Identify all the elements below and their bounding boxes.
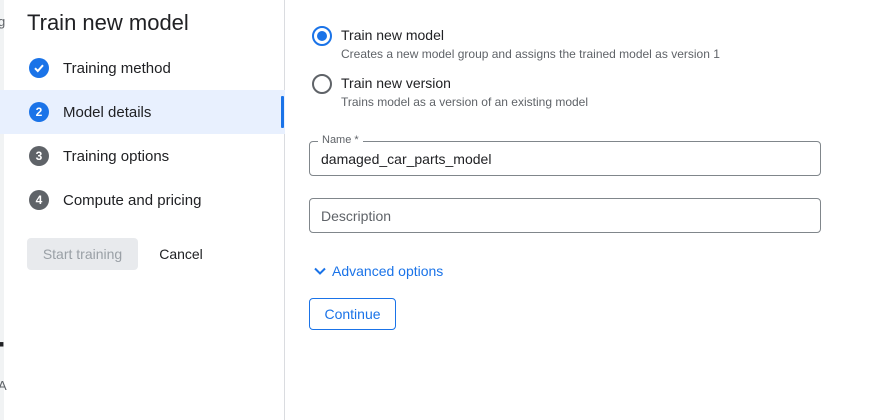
- option-label: Train new version: [341, 75, 451, 91]
- step-training-method[interactable]: Training method: [0, 46, 285, 90]
- radio-button-checked[interactable]: [312, 26, 332, 46]
- step-label: Training options: [63, 147, 170, 165]
- name-input[interactable]: [321, 150, 801, 168]
- name-field: Name *: [309, 134, 821, 176]
- cancel-button[interactable]: Cancel: [150, 238, 212, 270]
- background-text: ▪: [0, 334, 5, 354]
- step-label: Model details: [63, 103, 152, 121]
- name-field-label: Name *: [318, 134, 363, 146]
- train-model-dialog: g e ▪ A Train new model Training method …: [0, 0, 885, 420]
- chevron-down-icon: [314, 267, 326, 275]
- option-label: Train new model: [341, 27, 444, 43]
- option-description: Trains model as a version of an existing…: [341, 95, 589, 109]
- step-compute-pricing[interactable]: 4 Compute and pricing: [0, 178, 285, 222]
- background-text: g: [0, 14, 6, 29]
- option-description: Creates a new model group and assigns th…: [341, 47, 720, 61]
- description-field: [309, 198, 821, 233]
- start-training-button[interactable]: Start training: [27, 238, 138, 270]
- radio-button[interactable]: [312, 74, 332, 94]
- dialog-title: Train new model: [27, 10, 189, 35]
- step-number-icon: 2: [29, 102, 49, 122]
- step-model-details[interactable]: 2 Model details: [0, 90, 285, 134]
- step-label: Compute and pricing: [63, 191, 202, 209]
- description-input[interactable]: [321, 207, 801, 225]
- step-number-icon: 4: [29, 190, 49, 210]
- step-training-options[interactable]: 3 Training options: [0, 134, 285, 178]
- advanced-options-toggle[interactable]: Advanced options: [313, 263, 443, 279]
- check-circle-icon: [29, 58, 49, 78]
- step-number-icon: 3: [29, 146, 49, 166]
- form-panel: Train new model Creates a new model grou…: [286, 0, 885, 420]
- advanced-options-label: Advanced options: [332, 263, 444, 279]
- background-text: A: [0, 378, 7, 393]
- step-label: Training method: [63, 59, 171, 77]
- stepper-panel: g e ▪ A Train new model Training method …: [0, 0, 285, 420]
- continue-button[interactable]: Continue: [309, 298, 396, 330]
